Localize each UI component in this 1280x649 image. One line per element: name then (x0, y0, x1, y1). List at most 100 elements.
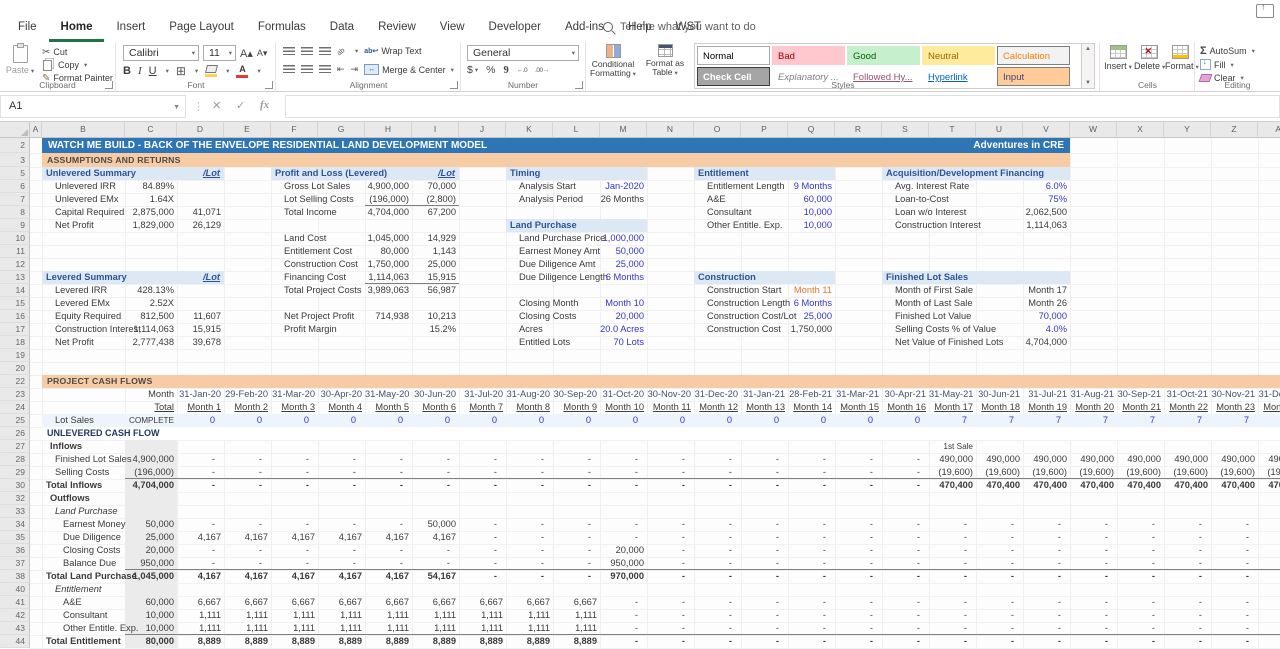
row-header-11[interactable]: 11 (0, 245, 30, 258)
cell-G43[interactable]: 1,111 (318, 622, 365, 635)
cell-V17[interactable]: 4.0% (1023, 323, 1070, 336)
tab-data[interactable]: Data (318, 21, 366, 42)
cell-Q25[interactable]: 0 (788, 414, 835, 427)
autosum-button[interactable]: ΣAutoSum▾ (1200, 45, 1255, 57)
cell-AA42[interactable]: - (1258, 609, 1280, 622)
cell-S6[interactable]: Avg. Interest Rate (882, 180, 969, 193)
cell-I12[interactable]: 25,000 (412, 258, 459, 271)
style-chip-bad[interactable]: Bad (772, 46, 845, 65)
cell-H38[interactable]: 4,167 (365, 570, 412, 583)
row-header-2[interactable]: 2 (0, 138, 30, 153)
cell-D8[interactable]: 41,071 (177, 206, 224, 219)
cell-F17[interactable]: Profit Margin (271, 323, 337, 336)
cell-S34[interactable]: - (882, 518, 929, 531)
cell-G38[interactable]: 4,167 (318, 570, 365, 583)
cell-G29[interactable]: - (318, 466, 365, 479)
cell-T36[interactable]: - (929, 544, 976, 557)
cell-O37[interactable]: - (694, 557, 741, 570)
delete-cells-button[interactable]: Delete▾ (1134, 45, 1164, 71)
cell-G44[interactable]: 8,889 (318, 635, 365, 648)
cell-H6[interactable]: 4,900,000 (365, 180, 412, 193)
tab-developer[interactable]: Developer (477, 21, 553, 42)
cell-J43[interactable]: 1,111 (459, 622, 506, 635)
decrease-font-icon[interactable]: A▾ (257, 48, 268, 59)
cell-U28[interactable]: 490,000 (976, 453, 1023, 466)
tab-home[interactable]: Home (49, 21, 105, 42)
cell-R28[interactable]: - (835, 453, 882, 466)
cell-F37[interactable]: - (271, 557, 318, 570)
cell-O23[interactable]: 31-Dec-20 (694, 388, 741, 401)
name-box[interactable]: A1▼ (0, 95, 186, 118)
cell-D42[interactable]: 1,111 (177, 609, 224, 622)
select-all-corner[interactable] (0, 122, 30, 138)
cell-C38[interactable]: 1,045,000 (125, 570, 177, 583)
cell-F7[interactable]: Lot Selling Costs (271, 193, 354, 206)
cell-Z36[interactable]: - (1211, 544, 1258, 557)
cell-W34[interactable]: - (1070, 518, 1117, 531)
cell-F44[interactable]: 8,889 (271, 635, 318, 648)
cell-M25[interactable]: 0 (600, 414, 647, 427)
cell-Q28[interactable]: - (788, 453, 835, 466)
cell-H25[interactable]: 0 (365, 414, 412, 427)
cell-F12[interactable]: Construction Cost (271, 258, 358, 271)
cell-M6[interactable]: Jan-2020 (600, 180, 647, 193)
cell-R42[interactable]: - (835, 609, 882, 622)
cell-X36[interactable]: - (1117, 544, 1164, 557)
cell-U42[interactable]: - (976, 609, 1023, 622)
cell-L25[interactable]: 0 (553, 414, 600, 427)
fill-color-button[interactable] (205, 65, 217, 77)
row-header-26[interactable]: 26 (0, 427, 30, 440)
cell-D36[interactable]: - (177, 544, 224, 557)
cell-AA34[interactable]: - (1258, 518, 1280, 531)
cut-button[interactable]: ✂Cut (42, 46, 113, 58)
cell-F42[interactable]: 1,111 (271, 609, 318, 622)
col-header-B[interactable]: B (42, 122, 125, 138)
cell-N25[interactable]: 0 (647, 414, 694, 427)
cell-Q29[interactable]: - (788, 466, 835, 479)
cell-B35[interactable]: Due Diligence (42, 531, 121, 544)
cell-I42[interactable]: 1,111 (412, 609, 459, 622)
cell-T43[interactable]: - (929, 622, 976, 635)
cell-D30[interactable]: - (177, 479, 224, 492)
cell-Y37[interactable]: - (1164, 557, 1211, 570)
cell-N42[interactable]: - (647, 609, 694, 622)
cell-I30[interactable]: - (412, 479, 459, 492)
cell-B34[interactable]: Earnest Money (42, 518, 126, 531)
cell-R29[interactable]: - (835, 466, 882, 479)
cell-Y30[interactable]: 470,400 (1164, 479, 1211, 492)
cell-N24[interactable]: Month 11 (647, 401, 694, 414)
cell-R35[interactable]: - (835, 531, 882, 544)
cell-U25[interactable]: 7 (976, 414, 1023, 427)
cell-O6[interactable]: Entitlement Length (694, 180, 785, 193)
cell-I6[interactable]: 70,000 (412, 180, 459, 193)
cell-E38[interactable]: 4,167 (224, 570, 271, 583)
cell-Z29[interactable]: (19,600) (1211, 466, 1258, 479)
row-header-17[interactable]: 17 (0, 323, 30, 336)
cell-P42[interactable]: - (741, 609, 788, 622)
cell-V38[interactable]: - (1023, 570, 1070, 583)
cell-F25[interactable]: 0 (271, 414, 318, 427)
row-header-14[interactable]: 14 (0, 284, 30, 297)
cell-U44[interactable]: - (976, 635, 1023, 648)
cell-O29[interactable]: - (694, 466, 741, 479)
cell-B29[interactable]: Selling Costs (42, 466, 109, 479)
cell-T42[interactable]: - (929, 609, 976, 622)
cell-B33[interactable]: Land Purchase (42, 505, 118, 518)
cell-H44[interactable]: 8,889 (365, 635, 412, 648)
cell-F24[interactable]: Month 3 (271, 401, 318, 414)
col-header-Y[interactable]: Y (1164, 122, 1211, 138)
number-dialog-launcher[interactable] (575, 81, 583, 89)
cell-N23[interactable]: 30-Nov-20 (647, 388, 694, 401)
cell-AA37[interactable]: - (1258, 557, 1280, 570)
cell-Q8[interactable]: 10,000 (788, 206, 835, 219)
cell-V34[interactable]: - (1023, 518, 1070, 531)
style-chip-good[interactable]: Good (847, 46, 920, 65)
cell-D17[interactable]: 15,915 (177, 323, 224, 336)
cell-O8[interactable]: Consultant (694, 206, 751, 219)
tab-view[interactable]: View (428, 21, 477, 42)
paste-button[interactable]: Paste▾ (4, 45, 36, 75)
cell-J44[interactable]: 8,889 (459, 635, 506, 648)
cell-G24[interactable]: Month 4 (318, 401, 365, 414)
bold-button[interactable]: B (123, 65, 131, 77)
cell-S35[interactable]: - (882, 531, 929, 544)
